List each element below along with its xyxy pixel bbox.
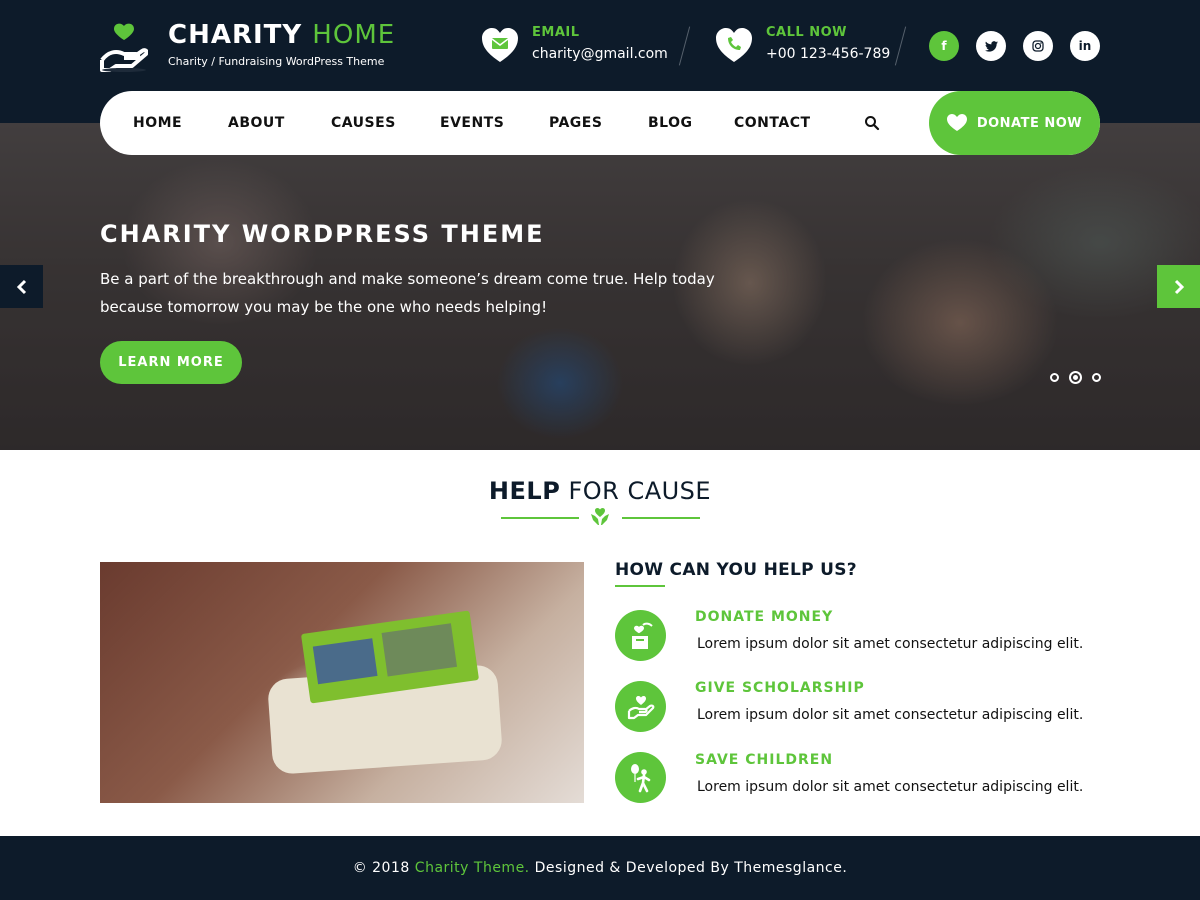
- hero-title: CHARITY WORDPRESS THEME: [100, 220, 545, 248]
- search-icon[interactable]: [864, 115, 880, 131]
- slider-dot[interactable]: [1050, 373, 1059, 382]
- slider-next-button[interactable]: [1157, 265, 1200, 308]
- hand-heart-icon: [615, 681, 666, 732]
- donate-now-button[interactable]: DONATE NOW: [929, 91, 1100, 155]
- footer-credits: Designed & Developed By Themesglance.: [534, 860, 848, 876]
- linkedin-icon[interactable]: in: [1070, 31, 1100, 61]
- email-label: EMAIL: [532, 25, 580, 40]
- donation-box-icon: [615, 610, 666, 661]
- instagram-icon[interactable]: [1023, 31, 1053, 61]
- help-item-title: GIVE SCHOLARSHIP: [695, 680, 865, 696]
- slider-dot-active[interactable]: [1069, 371, 1082, 384]
- chevron-right-icon: [1174, 279, 1184, 294]
- help-item-text: Lorem ipsum dolor sit amet consectetur a…: [697, 779, 1084, 795]
- hero-text: Be a part of the breakthrough and make s…: [100, 270, 715, 316]
- nav-item-contact[interactable]: CONTACT: [734, 115, 811, 131]
- help-photo: [100, 562, 584, 803]
- help-item-save-children: SAVE CHILDREN Lorem ipsum dolor sit amet…: [615, 752, 1115, 812]
- help-heading: HOW CAN YOU HELP US?: [615, 560, 857, 580]
- logo[interactable]: CHARITY HOME Charity / Fundraising WordP…: [100, 22, 395, 72]
- child-balloon-icon: [615, 752, 666, 803]
- brand-name: CHARITY HOME: [168, 22, 395, 48]
- twitter-icon[interactable]: [976, 31, 1006, 61]
- contact-phone: CALL NOW +00 123-456-789: [714, 24, 890, 66]
- phone-value[interactable]: +00 123-456-789: [766, 46, 890, 62]
- help-heading-underline: [615, 585, 665, 587]
- logo-hand-heart-icon: [100, 22, 149, 72]
- contact-email: EMAIL charity@gmail.com: [480, 24, 668, 66]
- hero-slider: CHARITY WORDPRESS THEME Be a part of the…: [0, 123, 1200, 450]
- brand-main: CHARITY: [168, 20, 303, 50]
- footer: © 2018 Charity Theme. Designed & Develop…: [0, 836, 1200, 900]
- section-title-strong: HELP: [488, 477, 561, 505]
- help-item-text: Lorem ipsum dolor sit amet consectetur a…: [697, 636, 1084, 652]
- help-item-donate-money: DONATE MONEY Lorem ipsum dolor sit amet …: [615, 609, 1115, 669]
- social-links: f in: [929, 31, 1100, 61]
- slider-prev-button[interactable]: [0, 265, 43, 308]
- facebook-icon[interactable]: f: [929, 31, 959, 61]
- section-title: HELP FOR CAUSE: [0, 477, 1200, 505]
- help-item-give-scholarship: GIVE SCHOLARSHIP Lorem ipsum dolor sit a…: [615, 680, 1115, 740]
- nav-item-blog[interactable]: BLOG: [648, 115, 693, 131]
- section-divider: [501, 508, 700, 528]
- footer-copyright: © 2018: [352, 860, 410, 876]
- divider-slash: [678, 26, 691, 66]
- donate-now-label: DONATE NOW: [976, 115, 1083, 131]
- brand-accent: HOME: [312, 20, 396, 50]
- heart-envelope-icon: [480, 26, 520, 66]
- nav-item-pages[interactable]: PAGES: [549, 115, 602, 131]
- brand-tagline: Charity / Fundraising WordPress Theme: [168, 55, 385, 68]
- main-nav: HOME ABOUT CAUSES EVENTS PAGES BLOG CONT…: [100, 91, 1100, 155]
- learn-more-button[interactable]: LEARN MORE: [100, 341, 242, 384]
- section-title-rest: FOR CAUSE: [568, 477, 712, 505]
- phone-label: CALL NOW: [766, 25, 847, 40]
- footer-theme-link[interactable]: Charity Theme.: [415, 860, 530, 876]
- email-value[interactable]: charity@gmail.com: [532, 46, 668, 62]
- divider-slash: [894, 26, 907, 66]
- slider-dot[interactable]: [1092, 373, 1101, 382]
- nav-item-about[interactable]: ABOUT: [228, 115, 285, 131]
- slider-dots: [1050, 371, 1101, 384]
- help-item-title: SAVE CHILDREN: [695, 752, 834, 768]
- hands-heart-icon: [590, 508, 610, 530]
- heart-icon: [946, 114, 967, 131]
- chevron-left-icon: [16, 279, 26, 294]
- help-item-text: Lorem ipsum dolor sit amet consectetur a…: [697, 707, 1084, 723]
- nav-item-home[interactable]: HOME: [133, 115, 182, 131]
- heart-phone-icon: [714, 26, 754, 66]
- help-item-title: DONATE MONEY: [695, 609, 834, 625]
- nav-item-causes[interactable]: CAUSES: [331, 115, 396, 131]
- nav-item-events[interactable]: EVENTS: [440, 115, 504, 131]
